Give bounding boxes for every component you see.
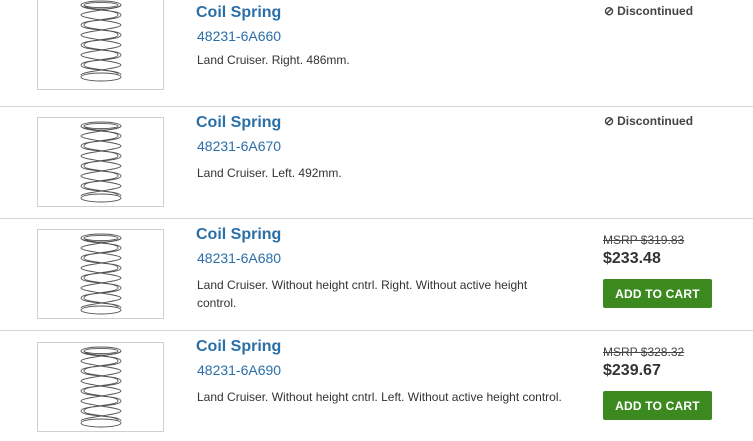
status-label: Discontinued (617, 114, 694, 128)
product-thumbnail[interactable] (37, 117, 164, 207)
product-row: Coil Spring 48231-6A680 Land Cruiser. Wi… (0, 219, 753, 331)
coil-spring-icon (80, 0, 121, 82)
sale-price: $239.67 (603, 362, 661, 379)
part-number-link[interactable]: 48231-6A670 (197, 138, 281, 154)
ban-icon: ⊘ (604, 4, 615, 18)
product-thumbnail[interactable] (37, 342, 164, 432)
ban-icon: ⊘ (604, 114, 615, 128)
sale-price: $233.48 (603, 250, 661, 267)
part-number-link[interactable]: 48231-6A680 (197, 250, 281, 266)
product-name-link[interactable]: Coil Spring (196, 114, 281, 132)
product-list: Coil Spring 48231-6A660 Land Cruiser. Ri… (0, 0, 753, 441)
coil-spring-icon (80, 233, 121, 315)
part-number-link[interactable]: 48231-6A660 (197, 28, 281, 44)
msrp-price: MSRP $319.83 (603, 233, 685, 247)
product-description: Land Cruiser. Without height cntrl. Left… (197, 390, 562, 404)
product-name-link[interactable]: Coil Spring (196, 226, 281, 244)
product-description: Land Cruiser. Without height cntrl. Righ… (197, 278, 528, 310)
product-description: Land Cruiser. Right. 486mm. (197, 53, 350, 67)
product-row: Coil Spring 48231-6A670 Land Cruiser. Le… (0, 107, 753, 219)
product-description: Land Cruiser. Left. 492mm. (197, 166, 342, 180)
product-row: Coil Spring 48231-6A660 Land Cruiser. Ri… (0, 0, 753, 107)
product-row: Coil Spring 48231-6A690 Land Cruiser. Wi… (0, 331, 753, 441)
coil-spring-icon (80, 346, 121, 428)
add-to-cart-button[interactable]: ADD TO CART (603, 391, 712, 420)
product-name-link[interactable]: Coil Spring (196, 4, 281, 22)
coil-spring-icon (80, 121, 121, 203)
status-badge: ⊘ Discontinued (604, 114, 693, 128)
product-name-link[interactable]: Coil Spring (196, 338, 281, 356)
part-number-link[interactable]: 48231-6A690 (197, 362, 281, 378)
product-thumbnail[interactable] (37, 0, 164, 90)
status-label: Discontinued (617, 4, 694, 18)
add-to-cart-button[interactable]: ADD TO CART (603, 279, 712, 308)
msrp-price: MSRP $328.32 (603, 345, 685, 359)
status-badge: ⊘ Discontinued (604, 4, 693, 18)
product-thumbnail[interactable] (37, 229, 164, 319)
